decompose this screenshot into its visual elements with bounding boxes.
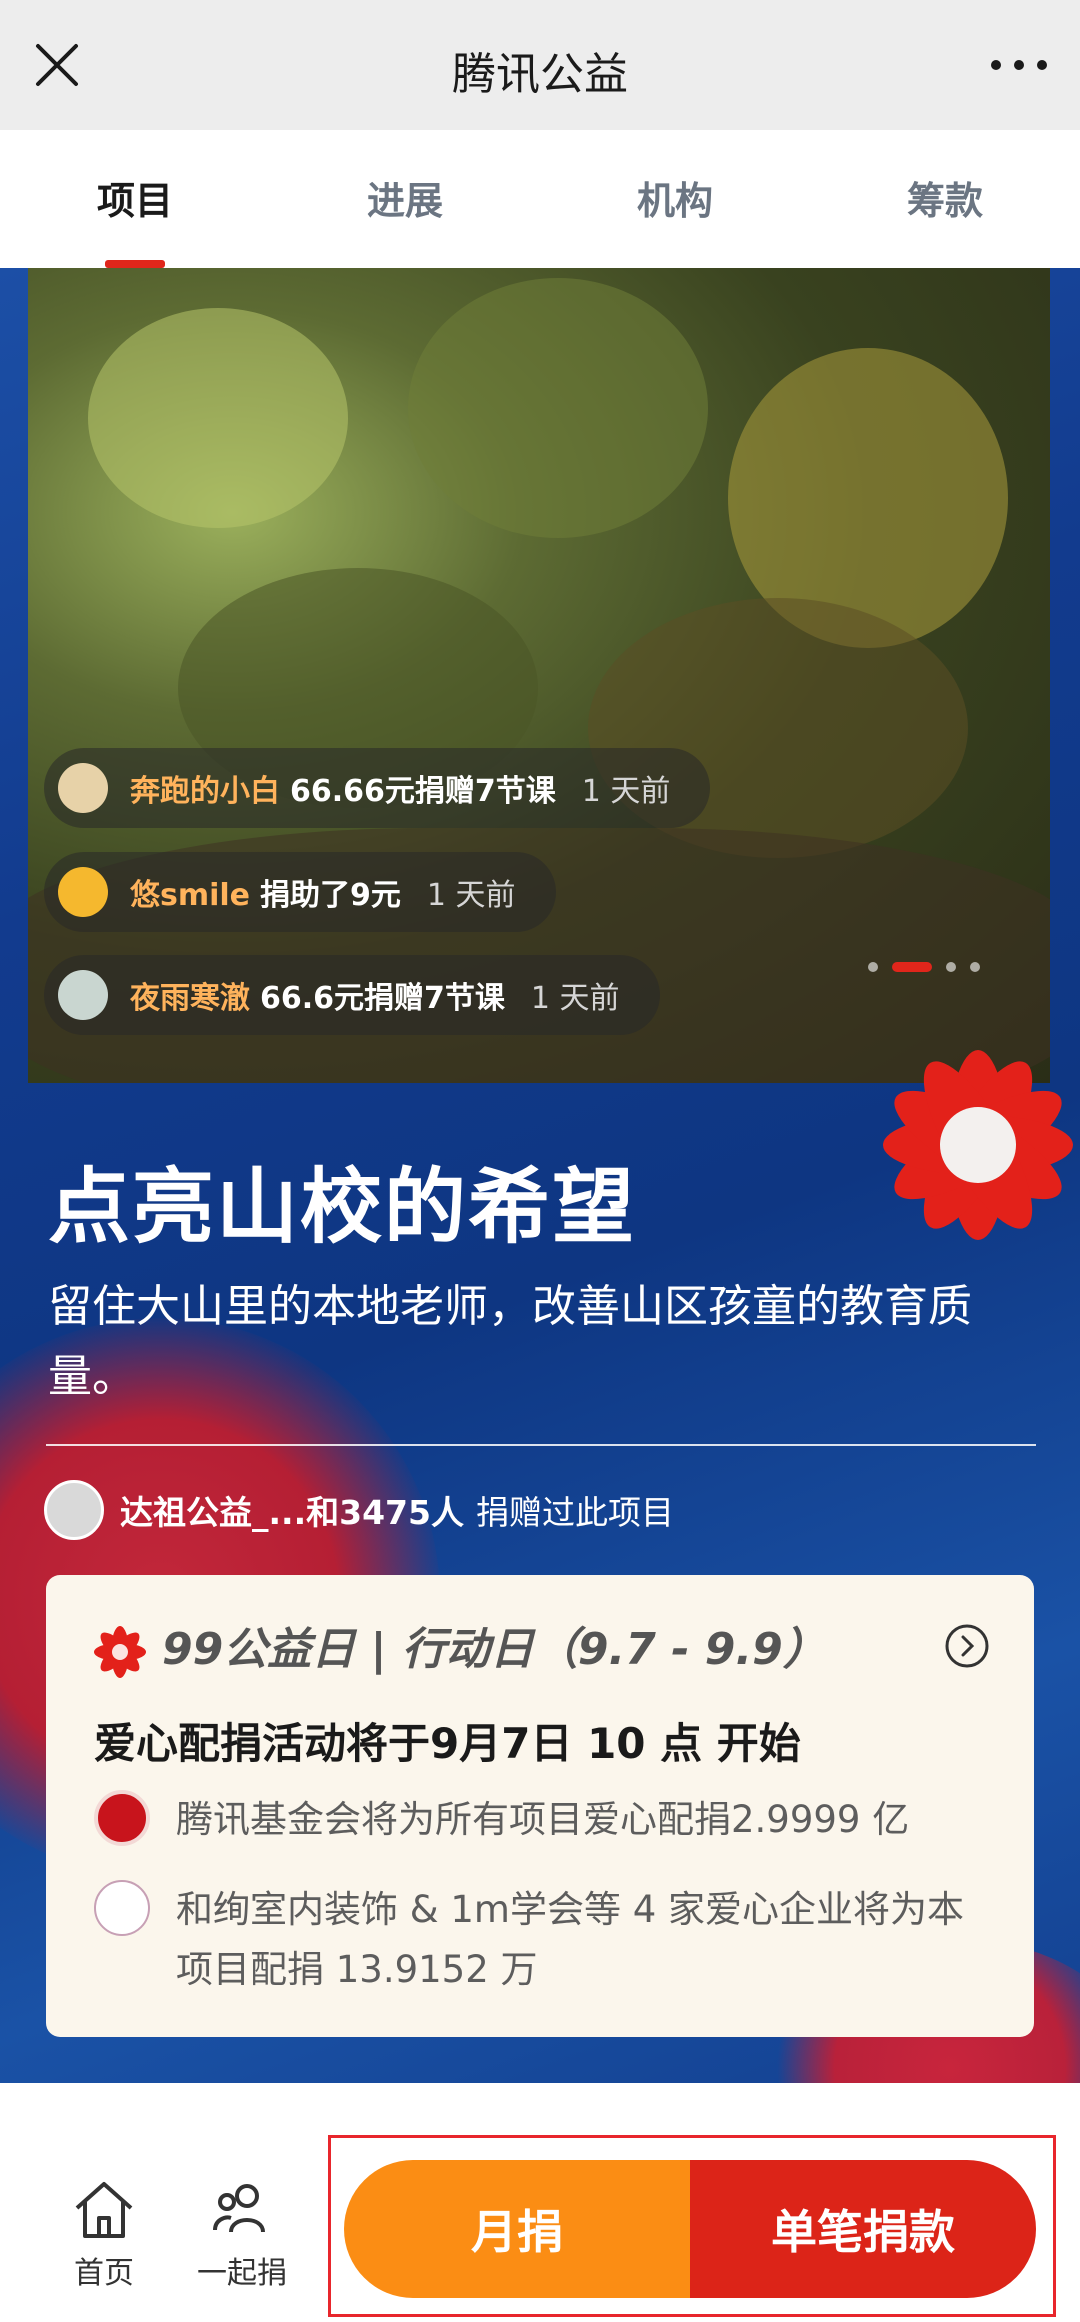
single-donate-button[interactable]: 单笔捐款: [690, 2160, 1036, 2298]
event-card-title: 99公益日 | 行动日（9.7 - 9.9）: [90, 1613, 827, 1682]
donor-label: 捐赠过此项目: [475, 1493, 674, 1532]
carousel-dot: [970, 962, 980, 972]
monthly-donate-button[interactable]: 月捐: [344, 2160, 690, 2298]
company-logo-icon: [94, 1880, 150, 1936]
tencent-foundation-logo-icon: [94, 1790, 150, 1846]
chevron-right-icon[interactable]: [944, 1623, 990, 1669]
donation-feed-item: 奔跑的小白 66.66元捐赠7节课 1 天前: [44, 748, 711, 828]
decorative-red-flower-icon: [883, 1050, 1073, 1240]
project-subtitle: 留住大山里的本地老师，改善山区孩童的教育质量。: [48, 1281, 972, 1402]
home-icon: [75, 2182, 133, 2238]
people-icon: [213, 2184, 265, 2233]
flower-icon: [94, 1626, 146, 1678]
event-card[interactable]: 99公益日 | 行动日（9.7 - 9.9） 爱心配捐活动将于9月7日 10 点…: [46, 1575, 1034, 2037]
donor-names: 达祖公益_...和3475人: [120, 1493, 464, 1532]
title-bar: 腾讯公益: [0, 0, 1080, 130]
match-info-row: 腾讯基金会将为所有项目爱心配捐2.9999 亿: [94, 1790, 994, 1850]
donor-summary[interactable]: 达祖公益_...和3475人 捐赠过此项目: [44, 1480, 674, 1540]
nav-together[interactable]: 一起捐: [182, 2174, 302, 2292]
carousel-indicator: [868, 962, 980, 972]
avatar: [58, 970, 108, 1020]
event-headline: 爱心配捐活动将于9月7日 10 点 开始: [94, 1719, 801, 1768]
nav-home[interactable]: 首页: [44, 2174, 164, 2292]
carousel-dot: [868, 962, 878, 972]
tab-bar: 项目 进展 机构 筹款: [0, 130, 1080, 268]
project-title: 点亮山校的希望: [48, 1160, 637, 1255]
tab-project[interactable]: 项目: [0, 130, 270, 268]
window-title: 腾讯公益: [452, 49, 628, 100]
more-icon[interactable]: [984, 40, 1054, 90]
donation-feed-item: 悠smile 捐助了9元 1 天前: [44, 852, 556, 932]
tab-progress[interactable]: 进展: [270, 130, 540, 268]
tab-organization[interactable]: 机构: [540, 130, 810, 268]
avatar: [44, 1480, 104, 1540]
carousel-dot-active: [892, 962, 932, 972]
match-info-row: 和绚室内装饰 & 1m学会等 4 家爱心企业将为本项目配捐 13.9152 万: [94, 1880, 994, 2000]
avatar: [58, 867, 108, 917]
donation-feed-item: 夜雨寒澈 66.6元捐赠7节课 1 天前: [44, 955, 660, 1035]
tab-fundraising[interactable]: 筹款: [810, 130, 1080, 268]
divider: [46, 1444, 1036, 1446]
avatar: [58, 763, 108, 813]
carousel-dot: [946, 962, 956, 972]
